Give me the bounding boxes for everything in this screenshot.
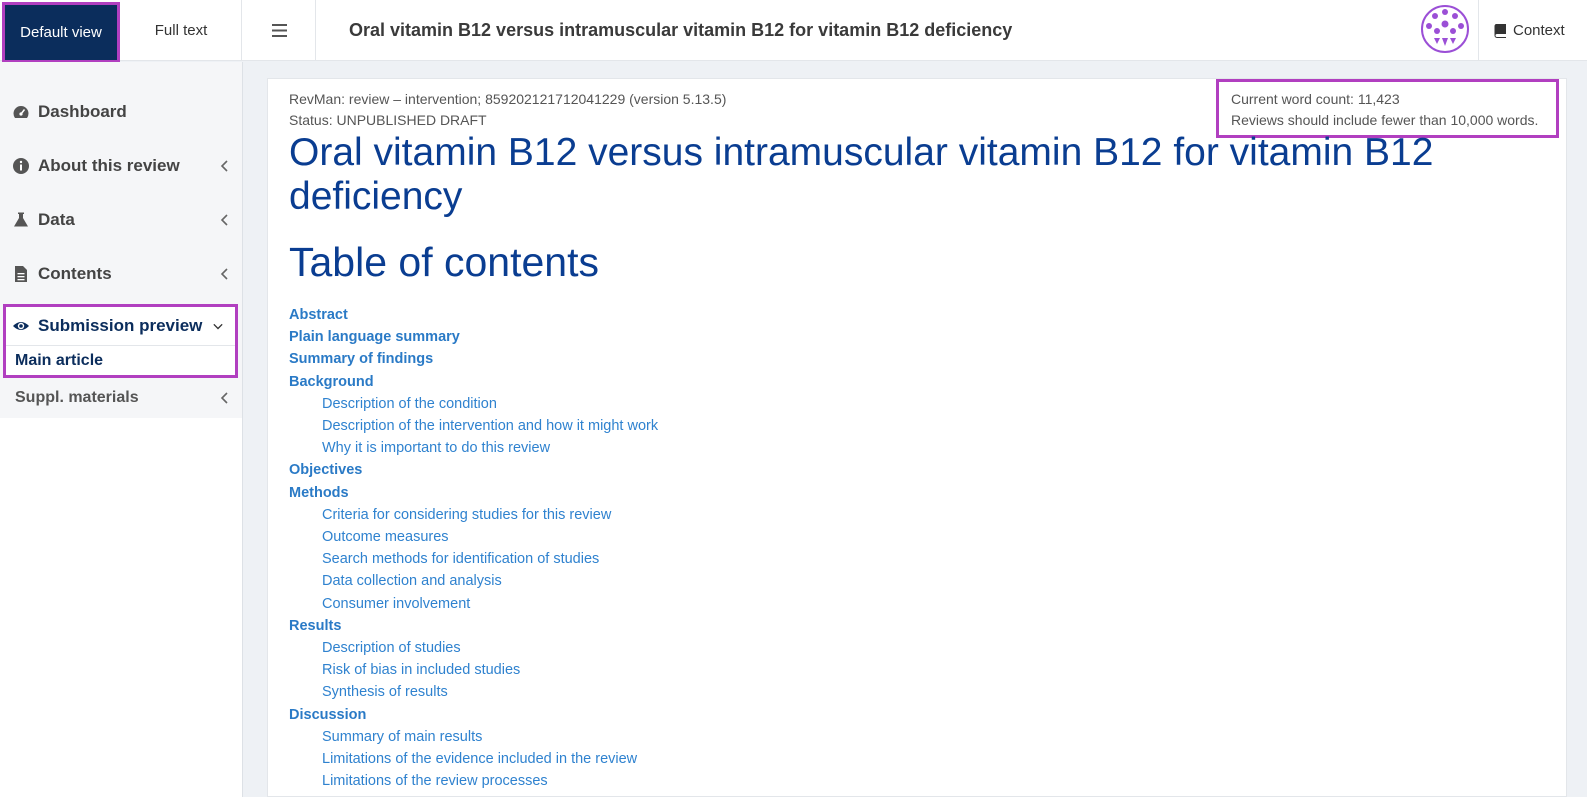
- sidebar-item-dashboard[interactable]: Dashboard: [0, 85, 242, 139]
- toc-link[interactable]: Criteria for considering studies for thi…: [289, 504, 658, 526]
- page-heading: Oral vitamin B12 versus intramuscular vi…: [349, 20, 1013, 40]
- toc-link[interactable]: Description of the condition: [289, 393, 658, 415]
- word-count-warning: Reviews should include fewer than 10,000…: [1231, 112, 1539, 128]
- toc-link[interactable]: Outcome measures: [289, 526, 658, 548]
- toc-link[interactable]: Objectives: [289, 459, 658, 481]
- sidebar: Dashboard About this review Data Content…: [0, 62, 243, 797]
- toc-link[interactable]: Why it is important to do this review: [289, 437, 658, 459]
- toc-link[interactable]: Limitations of the evidence included in …: [289, 748, 658, 770]
- toc-link[interactable]: Data collection and analysis: [289, 570, 658, 592]
- sidebar-subitem-main-article[interactable]: Main article: [6, 346, 235, 375]
- default-view-button[interactable]: Default view: [2, 2, 120, 63]
- sidebar-item-suppl-materials[interactable]: Suppl. materials: [0, 378, 242, 417]
- chevron-left-icon: [220, 268, 228, 280]
- flask-icon: [12, 211, 30, 229]
- sidebar-item-submission-preview[interactable]: Submission preview: [6, 307, 235, 345]
- toc-link[interactable]: Limitations of the review processes: [289, 770, 658, 792]
- toc-link[interactable]: Risk of bias in included studies: [289, 659, 658, 681]
- default-view-label: Default view: [20, 24, 102, 41]
- sidebar-item-label: Data: [38, 210, 75, 229]
- toc-link[interactable]: Plain language summary: [289, 326, 658, 348]
- review-metadata: RevMan: review – intervention; 859202121…: [289, 89, 726, 131]
- sidebar-item-data[interactable]: Data: [0, 193, 242, 247]
- chevron-left-icon: [220, 214, 228, 226]
- toc-link[interactable]: Search methods for identification of stu…: [289, 548, 658, 570]
- sidebar-item-label: Dashboard: [38, 102, 127, 121]
- toc-link[interactable]: Results: [289, 615, 658, 637]
- toc-link[interactable]: Summary of main results: [289, 726, 658, 748]
- toc-link[interactable]: Description of the intervention and how …: [289, 415, 658, 437]
- top-bar: Default view Full text Oral vitamin B12 …: [0, 0, 1587, 63]
- submission-preview-section: Submission preview Main article: [3, 304, 238, 378]
- menu-toggle-button[interactable]: [243, 0, 316, 61]
- sidebar-item-label: About this review: [38, 156, 180, 175]
- context-button[interactable]: Context: [1478, 0, 1587, 61]
- full-text-button[interactable]: Full text: [121, 0, 242, 61]
- context-label: Context: [1513, 22, 1565, 39]
- sidebar-item-about[interactable]: About this review: [0, 139, 242, 193]
- main-content: RevMan: review – intervention; 859202121…: [267, 78, 1567, 797]
- sidebar-item-label: Submission preview: [38, 316, 203, 335]
- info-icon: [12, 157, 30, 175]
- toc-link[interactable]: Consumer involvement: [289, 593, 658, 615]
- toc-link[interactable]: Discussion: [289, 704, 658, 726]
- revman-info: RevMan: review – intervention; 859202121…: [289, 91, 727, 107]
- toc-heading: Table of contents: [289, 239, 599, 285]
- chevron-down-icon: [213, 323, 223, 330]
- chevron-left-icon: [220, 160, 228, 172]
- status-text: Status: UNPUBLISHED DRAFT: [289, 112, 487, 128]
- toc-link[interactable]: Abstract: [289, 304, 658, 326]
- word-count-text: Current word count: 11,423: [1231, 91, 1400, 107]
- sidebar-menu: Dashboard About this review Data Content…: [0, 62, 242, 418]
- table-of-contents: Abstract Plain language summary Summary of…: [289, 304, 658, 792]
- toc-link[interactable]: Description of studies: [289, 637, 658, 659]
- document-icon: [12, 265, 30, 283]
- review-title: Oral vitamin B12 versus intramuscular vi…: [289, 131, 1434, 218]
- toc-link[interactable]: Background: [289, 371, 658, 393]
- sidebar-item-label: Contents: [38, 264, 112, 283]
- sidebar-item-label: Suppl. materials: [15, 388, 139, 406]
- full-text-label: Full text: [154, 22, 208, 39]
- cochrane-logo-icon: [1421, 5, 1469, 53]
- toc-link[interactable]: Methods: [289, 482, 658, 504]
- chevron-left-icon: [220, 391, 228, 404]
- book-icon: [1494, 24, 1506, 38]
- toc-link[interactable]: Summary of findings: [289, 348, 658, 370]
- eye-icon: [12, 317, 30, 335]
- dashboard-icon: [12, 103, 30, 121]
- sidebar-item-contents[interactable]: Contents: [0, 247, 242, 301]
- hamburger-icon: [271, 24, 287, 37]
- word-count-notice: Current word count: 11,423 Reviews shoul…: [1216, 79, 1559, 138]
- toc-link[interactable]: Synthesis of results: [289, 681, 658, 703]
